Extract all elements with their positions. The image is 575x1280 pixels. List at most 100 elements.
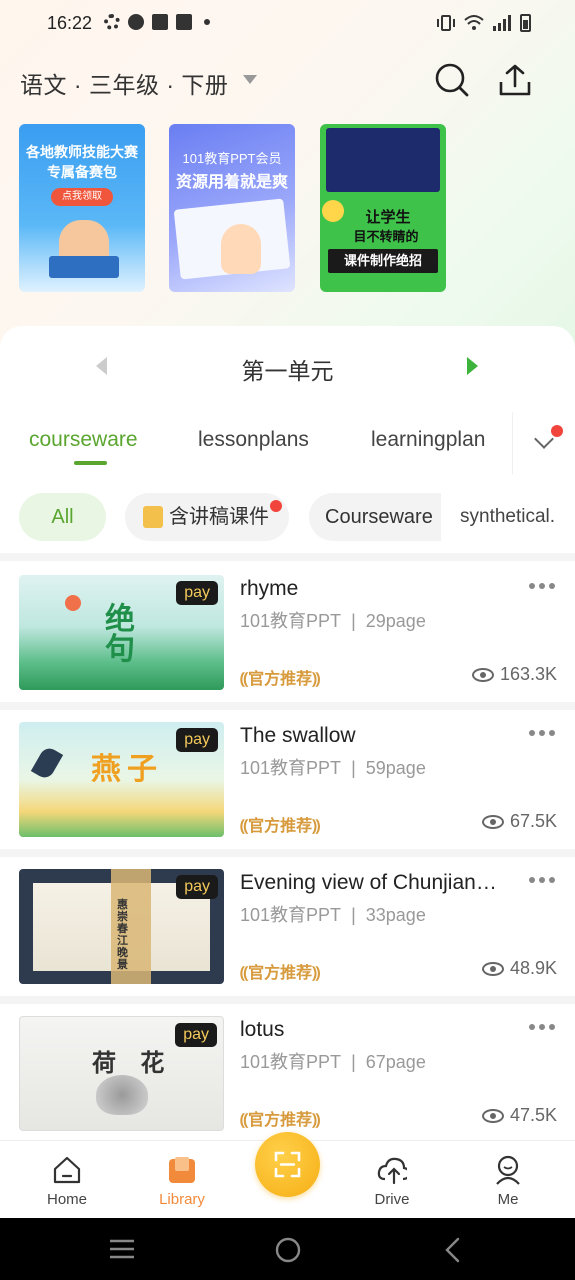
item-meta: 101教育PPT | 59page: [240, 754, 426, 780]
lotus-illustration: [96, 1075, 148, 1115]
thumbnail-title: 荷 花: [92, 1048, 173, 1077]
unit-title: 第一单元: [241, 358, 334, 384]
mail-notification-icon: [152, 14, 168, 30]
eye-icon: [481, 814, 504, 829]
item-title: lotus: [240, 1018, 285, 1041]
list-item[interactable]: 燕子 pay The swallow 101教育PPT | 59page ⸨官方…: [0, 708, 575, 848]
banner-skills-contest[interactable]: 各地教师技能大赛 专属备赛包 点我领取: [19, 124, 145, 292]
library-icon: [169, 1157, 195, 1183]
separator: |: [351, 758, 356, 778]
courseware-thumbnail: 荷 花 pay: [19, 1016, 224, 1131]
sun-illustration: [65, 595, 81, 611]
view-count: 47.5K: [481, 1105, 557, 1126]
app-notification-icon: [128, 14, 144, 30]
filter-courseware[interactable]: Courseware: [309, 493, 441, 541]
back-icon[interactable]: [442, 1236, 462, 1264]
banner-member[interactable]: 101教育PPT会员 资源用着就是爽: [169, 124, 295, 292]
official-recommend-badge: ⸨官方推荐⸩: [240, 818, 321, 835]
profile-icon: [496, 1155, 520, 1185]
item-title: The swallow: [240, 724, 356, 747]
pay-badge: pay: [176, 875, 218, 899]
divider: [0, 553, 575, 561]
separator: |: [351, 905, 356, 925]
publisher: 101教育PPT: [240, 1052, 342, 1072]
more-options-icon[interactable]: [529, 877, 555, 883]
more-options-icon[interactable]: [529, 583, 555, 589]
scan-icon: [274, 1151, 301, 1178]
filter-all[interactable]: All: [19, 493, 106, 541]
publisher: 101教育PPT: [240, 905, 342, 925]
nav-label: Home: [46, 1191, 87, 1208]
page-count: 67page: [365, 1052, 426, 1072]
pay-badge: pay: [175, 1023, 217, 1047]
cloud-upload-icon: [377, 1157, 407, 1185]
list-item[interactable]: 荷 花 pay lotus 101教育PPT | 67page ⸨官方推荐⸩ 4…: [0, 1002, 575, 1142]
filter-synthetical[interactable]: synthetical.: [441, 493, 575, 541]
laptop-illustration: [49, 256, 119, 278]
banner-courseware-tips[interactable]: 让学生 目不转睛的 课件制作绝招: [320, 124, 446, 292]
badge-label: 官方推荐: [248, 965, 313, 982]
thumbnail-title: 绝句: [105, 602, 135, 667]
scan-button[interactable]: [255, 1132, 320, 1197]
pay-badge: pay: [176, 581, 218, 605]
filter-lecture-courseware[interactable]: 含讲稿课件: [125, 493, 289, 541]
publisher: 101教育PPT: [240, 611, 342, 631]
banner-line: 资源用着就是爽: [175, 174, 288, 191]
subject-selector[interactable]: 语文 · 三年级 · 下册: [20, 66, 228, 100]
courseware-thumbnail: 燕子 pay: [19, 722, 224, 837]
tab-learningplan[interactable]: learningplan: [371, 428, 500, 452]
view-count-value: 67.5K: [509, 811, 557, 831]
search-button[interactable]: [434, 62, 470, 98]
new-dot-badge: [270, 500, 282, 512]
banner-line: 让学生: [365, 209, 411, 226]
more-tabs-button[interactable]: [512, 412, 575, 474]
notification-icons: [104, 14, 210, 30]
page-count: 33page: [365, 905, 426, 925]
eye-icon: [481, 1108, 504, 1123]
tab-lessonplans[interactable]: lessonplans: [198, 428, 309, 452]
nav-label: Me: [497, 1191, 519, 1208]
thumbnail-title: 惠崇春江晚景: [117, 898, 128, 971]
signal-icon: [493, 15, 511, 31]
nav-library[interactable]: Library: [137, 1141, 227, 1219]
share-icon: [499, 64, 531, 96]
thumbnail-title: 燕子: [91, 752, 163, 787]
more-options-icon[interactable]: [529, 730, 555, 736]
view-count: 163.3K: [471, 664, 557, 685]
view-count: 67.5K: [481, 811, 557, 832]
new-dot-badge: [551, 425, 563, 437]
courseware-thumbnail: 惠崇春江晚景 pay: [19, 869, 224, 984]
home-icon: [53, 1156, 81, 1184]
system-status-icons: [436, 14, 531, 32]
item-meta: 101教育PPT | 67page: [240, 1048, 426, 1074]
more-options-icon[interactable]: [529, 1024, 555, 1030]
view-count: 48.9K: [481, 958, 557, 979]
share-button[interactable]: [497, 62, 533, 98]
next-unit-arrow-icon[interactable]: [467, 357, 478, 375]
nav-drive[interactable]: Drive: [347, 1141, 437, 1219]
home-circle-icon[interactable]: [274, 1236, 302, 1264]
list-item[interactable]: 绝句 pay rhyme 101教育PPT | 29page ⸨官方推荐⸩ 16…: [0, 561, 575, 701]
badge-label: 官方推荐: [248, 671, 313, 688]
tab-courseware[interactable]: courseware: [29, 428, 138, 452]
list-item[interactable]: 惠崇春江晚景 pay Evening view of Chunjiang... …: [0, 855, 575, 995]
caret-down-icon[interactable]: [243, 75, 257, 84]
nav-me[interactable]: Me: [463, 1141, 553, 1219]
badge-label: 官方推荐: [248, 818, 313, 835]
banner-line: 专属备赛包: [47, 164, 117, 180]
banner-cta: 点我领取: [51, 188, 113, 206]
system-navigation-bar: [0, 1218, 575, 1280]
status-time: 16:22: [47, 13, 93, 33]
nav-home[interactable]: Home: [22, 1141, 112, 1219]
view-count-value: 47.5K: [509, 1105, 557, 1125]
battery-icon: [520, 14, 531, 32]
mail-notification-icon: [176, 14, 192, 30]
separator: |: [351, 1052, 356, 1072]
active-tab-indicator: [74, 461, 107, 465]
recent-apps-icon[interactable]: [108, 1238, 136, 1260]
more-notifications-icon: [204, 19, 210, 25]
status-bar: 16:22: [0, 0, 575, 46]
item-meta: 101教育PPT | 33page: [240, 901, 426, 927]
screen-illustration: [326, 128, 440, 192]
swallow-illustration: [30, 745, 64, 781]
